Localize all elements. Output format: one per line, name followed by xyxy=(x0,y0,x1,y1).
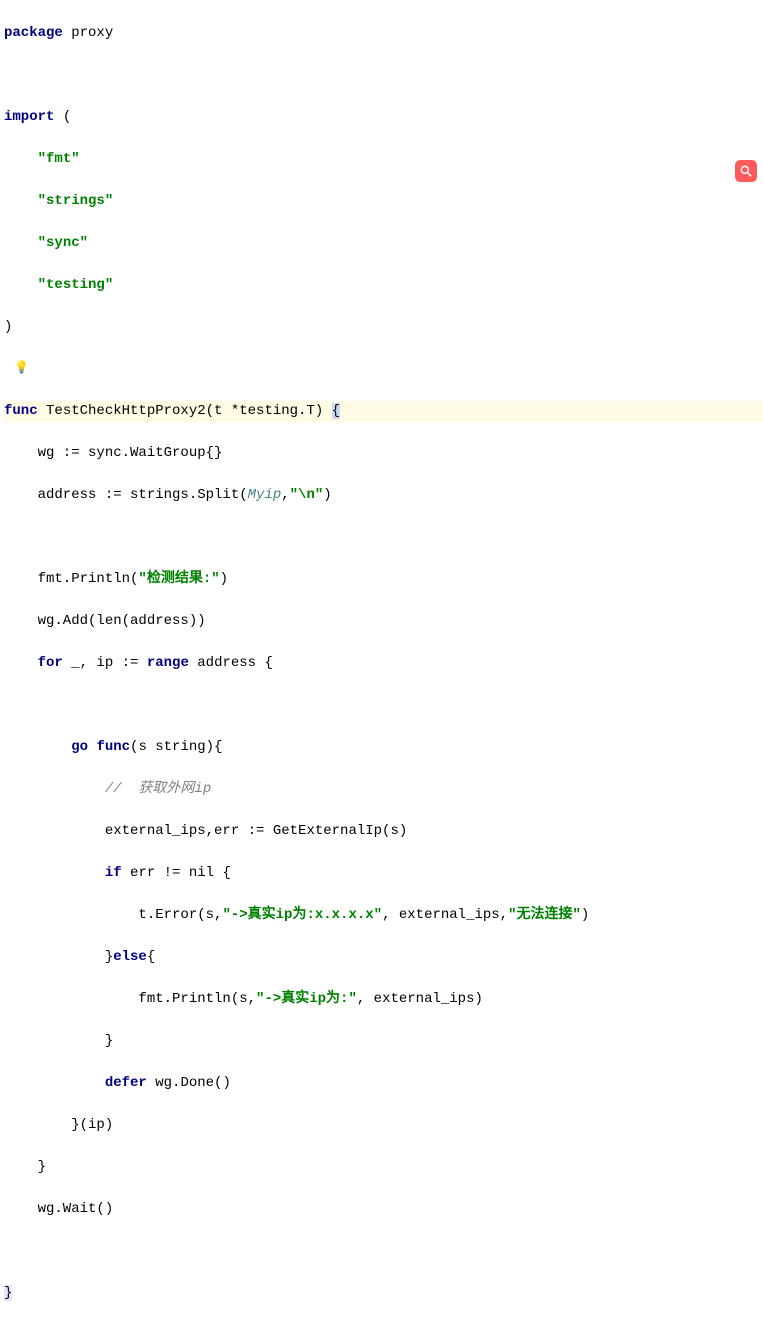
code-text: , external_ips) xyxy=(357,991,483,1007)
keyword-go: go xyxy=(71,739,88,755)
code-text: } xyxy=(4,949,113,965)
string-literal: "->真实ip为:x.x.x.x" xyxy=(222,907,382,923)
code-line: }else{ xyxy=(4,947,763,968)
string-literal: "fmt" xyxy=(38,151,80,167)
code-line: "sync" xyxy=(4,233,763,254)
keyword-if: if xyxy=(105,865,122,881)
code-line: "fmt" xyxy=(4,149,763,170)
code-line: ) xyxy=(4,317,763,338)
code-text xyxy=(4,1075,105,1091)
code-text: { xyxy=(147,949,155,965)
keyword-package: package xyxy=(4,25,63,41)
code-line: wg.Add(len(address)) xyxy=(4,611,763,632)
code-text: wg := sync.WaitGroup{} xyxy=(4,445,222,461)
code-text: t.Error(s, xyxy=(4,907,222,923)
code-line: } xyxy=(4,1157,763,1178)
code-line: external_ips,err := GetExternalIp(s) xyxy=(4,821,763,842)
paren: ) xyxy=(4,319,12,335)
code-line: "strings" xyxy=(4,191,763,212)
code-text: wg.Done() xyxy=(147,1075,231,1091)
brace-open-cursor: { xyxy=(332,403,340,419)
keyword-defer: defer xyxy=(105,1075,147,1091)
identifier-myip: Myip xyxy=(248,487,282,503)
keyword-for: for xyxy=(38,655,63,671)
keyword-else: else xyxy=(113,949,147,965)
string-literal: "\n" xyxy=(290,487,324,503)
code-line: } xyxy=(4,1283,763,1304)
code-text xyxy=(4,865,105,881)
paren: ( xyxy=(54,109,71,125)
code-text xyxy=(4,655,38,671)
code-text: _, ip := xyxy=(63,655,147,671)
code-text: } xyxy=(4,1033,113,1049)
search-icon[interactable] xyxy=(735,160,757,182)
code-text: ) xyxy=(581,907,589,923)
intention-bulb-icon[interactable]: 💡 xyxy=(4,359,763,380)
code-line xyxy=(4,65,763,86)
code-text: wg.Add(len(address)) xyxy=(4,613,206,629)
code-line: defer wg.Done() xyxy=(4,1073,763,1094)
code-line: "testing" xyxy=(4,275,763,296)
code-line: import ( xyxy=(4,107,763,128)
string-literal: "strings" xyxy=(38,193,114,209)
code-line: // 获取外网ip xyxy=(4,779,763,800)
keyword-range: range xyxy=(147,655,189,671)
code-line xyxy=(4,1241,763,1262)
code-text: address { xyxy=(189,655,273,671)
code-line: fmt.Println("检测结果:") xyxy=(4,569,763,590)
string-literal: "无法连接" xyxy=(508,907,581,923)
code-line: wg.Wait() xyxy=(4,1199,763,1220)
code-line: wg := sync.WaitGroup{} xyxy=(4,443,763,464)
code-text: ) xyxy=(220,571,228,587)
code-text: fmt.Println(s, xyxy=(4,991,256,1007)
string-literal: "testing" xyxy=(38,277,114,293)
string-literal: "->真实ip为:" xyxy=(256,991,357,1007)
code-line: package proxy xyxy=(4,23,763,44)
code-text: , external_ips, xyxy=(382,907,508,923)
code-line: for _, ip := range address { xyxy=(4,653,763,674)
code-text: external_ips,err := GetExternalIp(s) xyxy=(4,823,407,839)
code-text: fmt.Println( xyxy=(4,571,138,587)
code-text xyxy=(4,781,105,797)
code-line xyxy=(4,695,763,716)
string-literal: "sync" xyxy=(38,235,88,251)
keyword-func: func xyxy=(96,739,130,755)
code-text: ) xyxy=(323,487,331,503)
code-text xyxy=(4,739,71,755)
code-line xyxy=(4,527,763,548)
string-literal: "检测结果:" xyxy=(138,571,219,587)
code-text: }(ip) xyxy=(4,1117,113,1133)
code-text: address := strings.Split( xyxy=(4,487,248,503)
code-text xyxy=(88,739,96,755)
comment: // 获取外网ip xyxy=(105,781,211,797)
code-editor[interactable]: package proxy import ( "fmt" "strings" "… xyxy=(0,0,763,1335)
code-line: if err != nil { xyxy=(4,863,763,884)
brace-close-match: } xyxy=(4,1285,12,1301)
code-line: address := strings.Split(Myip,"\n") xyxy=(4,485,763,506)
code-line: }(ip) xyxy=(4,1115,763,1136)
code-text: err != nil { xyxy=(122,865,231,881)
package-name: proxy xyxy=(63,25,113,41)
code-line: go func(s string){ xyxy=(4,737,763,758)
code-line: t.Error(s,"->真实ip为:x.x.x.x", external_ip… xyxy=(4,905,763,926)
keyword-func: func xyxy=(4,403,38,419)
code-line: } xyxy=(4,1031,763,1052)
function-signature-line: func TestCheckHttpProxy2(t *testing.T) { xyxy=(4,401,763,422)
keyword-import: import xyxy=(4,109,54,125)
func-name: TestCheckHttpProxy2(t *testing.T) xyxy=(38,403,332,419)
code-text: (s string){ xyxy=(130,739,222,755)
code-text: , xyxy=(281,487,289,503)
code-text: wg.Wait() xyxy=(4,1201,113,1217)
code-text: } xyxy=(4,1159,46,1175)
code-line: fmt.Println(s,"->真实ip为:", external_ips) xyxy=(4,989,763,1010)
